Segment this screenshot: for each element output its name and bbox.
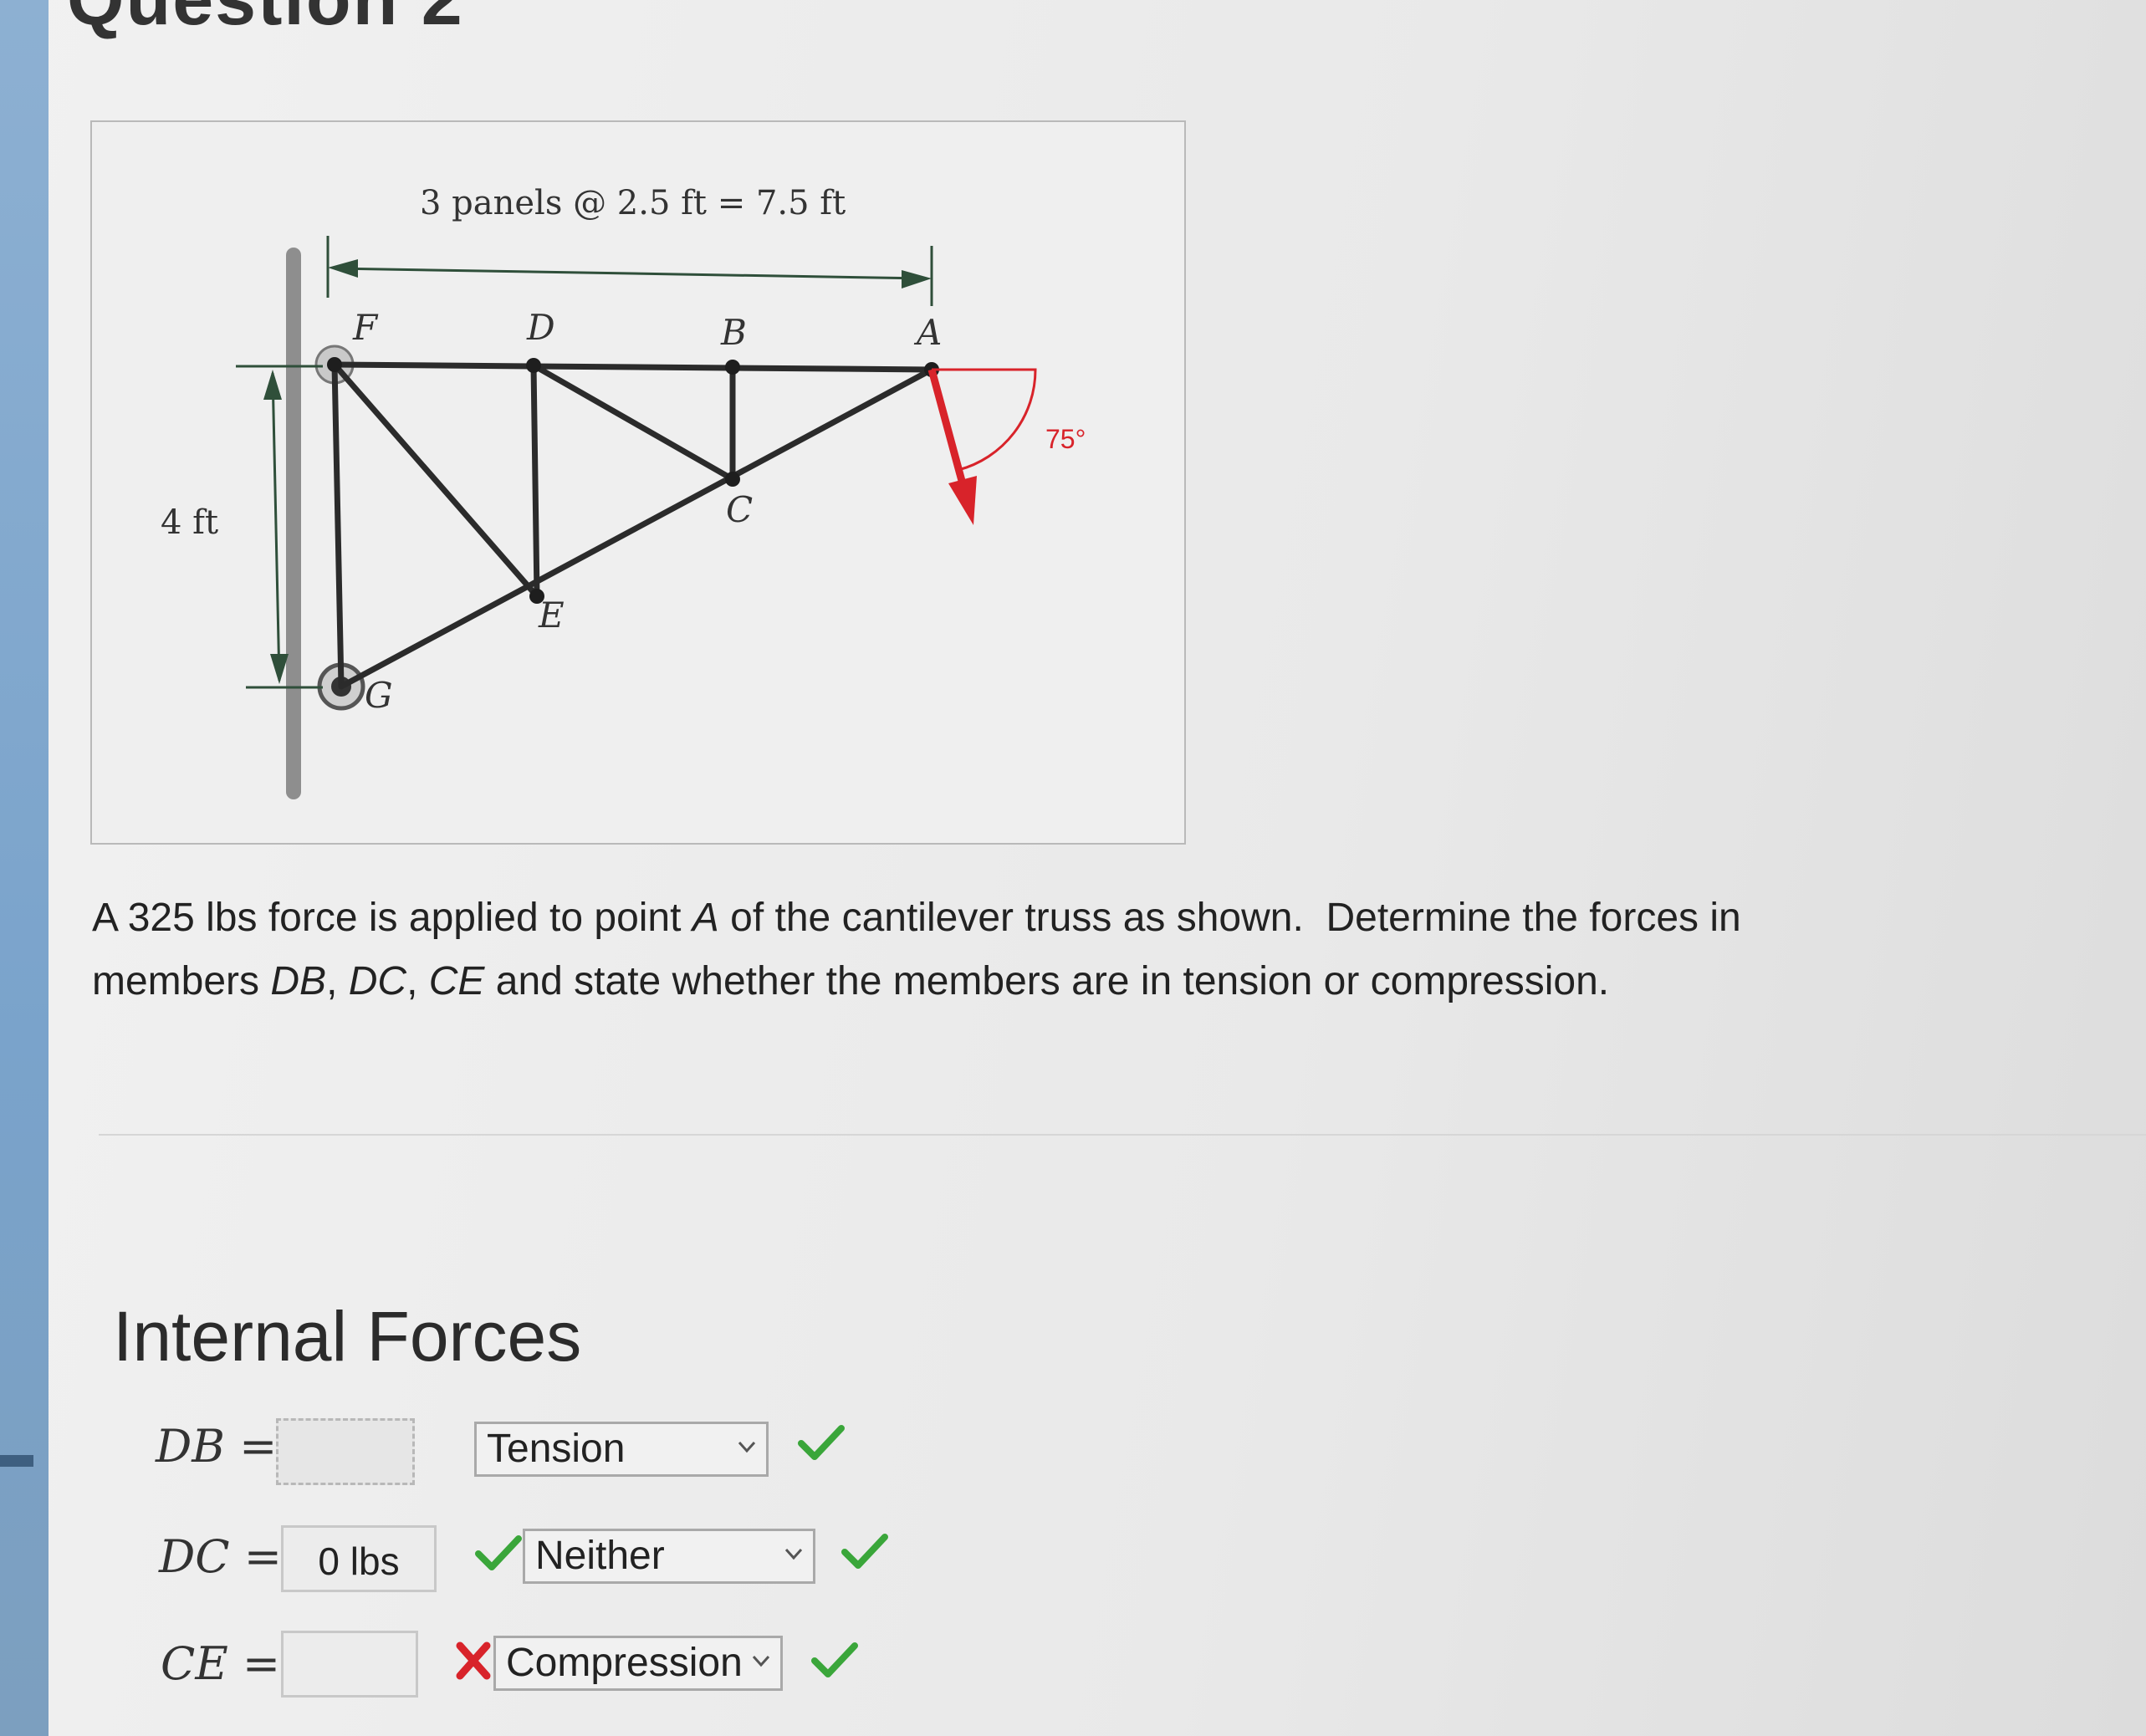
dimension-left-label: 4 ft [161, 503, 218, 542]
chevron-down-icon [784, 1548, 803, 1560]
problem-member-db: DB [270, 959, 327, 1003]
member-fg [331, 361, 345, 690]
chevron-down-icon [752, 1655, 770, 1667]
section-title: Internal Forces [113, 1297, 582, 1376]
db-type-check-icon [798, 1425, 845, 1460]
label-e: E [538, 595, 565, 636]
wall-support [286, 248, 301, 799]
problem-text-c: and state whether the members are in ten… [484, 959, 1610, 1003]
dim-line-top [334, 267, 926, 280]
problem-sep-2: , [406, 959, 429, 1003]
label-g: G [365, 675, 393, 716]
problem-text-a: A 325 lbs force is applied to point [92, 896, 692, 940]
angle-label: 75° [1045, 424, 1086, 454]
ce-value-cross-icon [456, 1642, 491, 1680]
joint-b [725, 360, 740, 375]
ce-type-select[interactable]: Compression [493, 1636, 783, 1691]
force-arrowhead [948, 476, 977, 525]
member-fe [331, 361, 540, 600]
dc-type-selected: Neither [535, 1534, 665, 1578]
dc-type-select[interactable]: Neither [523, 1529, 815, 1584]
chevron-down-icon [738, 1441, 756, 1453]
ce-type-selected: Compression [506, 1641, 743, 1685]
ce-label: CE = [161, 1637, 281, 1690]
label-b: B [720, 312, 747, 353]
truss-members [331, 361, 935, 690]
dc-value-check-icon [475, 1535, 522, 1570]
label-f: F [352, 307, 379, 348]
window-edge-accent [0, 1455, 33, 1467]
joint-c [725, 472, 740, 487]
db-type-select[interactable]: Tension [474, 1422, 769, 1477]
section-divider [99, 1134, 2146, 1136]
truss-figure: 3 panels @ 2.5 ft = 7.5 ft 4 ft F D B A … [90, 120, 1186, 845]
label-d: D [526, 307, 555, 348]
problem-sep-1: , [326, 959, 349, 1003]
question-heading: Question 2 [67, 0, 464, 42]
ce-value-input[interactable] [281, 1631, 418, 1698]
problem-statement: A 325 lbs force is applied to point A of… [92, 886, 1848, 1014]
member-ga [338, 366, 935, 690]
dc-type-check-icon [841, 1534, 888, 1569]
db-label: DB = [156, 1420, 278, 1473]
problem-member-dc: DC [348, 959, 407, 1003]
joint-f [327, 357, 342, 372]
member-fa [331, 361, 935, 373]
member-de [530, 362, 540, 600]
dim-line-left [271, 372, 281, 682]
left-window-edge [0, 0, 49, 1736]
dim-arrow-right [902, 270, 932, 288]
force-line [927, 368, 968, 492]
dimension-top-label: 3 panels @ 2.5 ft = 7.5 ft [420, 184, 846, 222]
db-type-selected: Tension [487, 1427, 626, 1471]
truss-joints [327, 357, 939, 604]
joint-d [526, 358, 541, 373]
dim-arrow-down [270, 654, 289, 684]
dim-arrow-left [328, 259, 358, 278]
member-dc [530, 362, 736, 483]
dc-label: DC = [159, 1530, 283, 1583]
problem-point: A [692, 896, 719, 940]
problem-member-ce: CE [428, 959, 485, 1003]
db-value-input[interactable] [276, 1418, 415, 1485]
label-c: C [726, 489, 753, 530]
label-a: A [913, 312, 942, 353]
ce-type-check-icon [811, 1642, 858, 1677]
dim-arrow-up [263, 370, 282, 400]
dc-value-input[interactable]: 0 lbs [281, 1525, 437, 1592]
truss-diagram: 3 panels @ 2.5 ft = 7.5 ft 4 ft F D B A … [161, 184, 1086, 799]
